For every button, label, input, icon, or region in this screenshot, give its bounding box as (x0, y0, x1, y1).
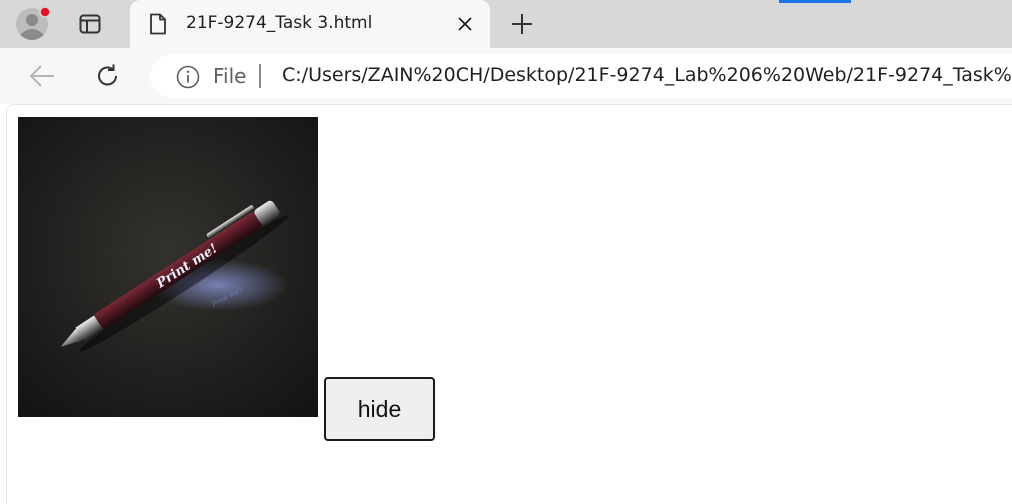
hide-button[interactable]: hide (324, 377, 435, 441)
close-icon (458, 17, 472, 31)
tab-strip-accent (779, 0, 851, 3)
plus-icon (512, 14, 532, 34)
back-button[interactable] (22, 60, 62, 92)
back-arrow-icon (29, 65, 54, 87)
reload-button[interactable] (88, 60, 128, 92)
tab-actions-icon (79, 14, 101, 34)
tab-strip: 21F-9274_Task 3.html (0, 0, 1012, 48)
tab-actions-button[interactable] (72, 8, 108, 40)
address-separator (259, 64, 261, 88)
info-icon[interactable] (176, 65, 200, 89)
tab-title: 21F-9274_Task 3.html (186, 13, 373, 33)
reload-icon (98, 64, 117, 86)
new-tab-button[interactable] (505, 8, 539, 40)
profile-button[interactable] (14, 7, 50, 41)
tab-active[interactable]: 21F-9274_Task 3.html (130, 0, 490, 48)
browser-toolbar: File C:/Users/ZAIN%20CH/Desktop/21F-9274… (0, 48, 1012, 104)
notification-dot (39, 7, 50, 18)
file-icon (150, 13, 166, 35)
tab-close-button[interactable] (452, 11, 478, 37)
url-text[interactable]: C:/Users/ZAIN%20CH/Desktop/21F-9274_Lab%… (282, 64, 1012, 86)
pen-image: Print me! Print me! (18, 117, 318, 417)
avatar-icon (16, 7, 50, 40)
address-bar[interactable]: File C:/Users/ZAIN%20CH/Desktop/21F-9274… (150, 54, 1012, 98)
scheme-label: File (213, 64, 247, 88)
